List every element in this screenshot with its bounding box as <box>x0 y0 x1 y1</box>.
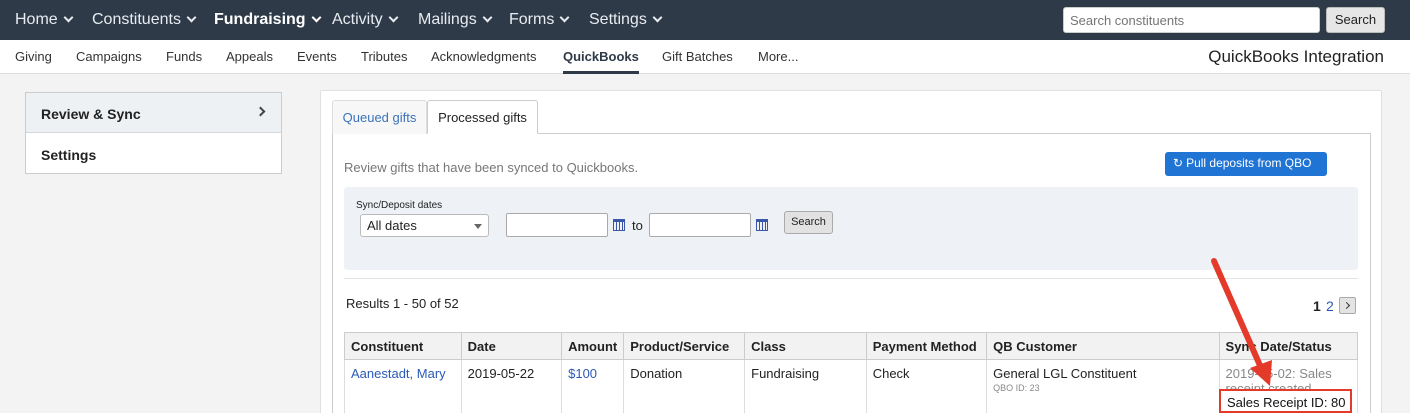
active-tab-indicator <box>563 71 639 74</box>
cell-class: Fundraising <box>744 359 867 413</box>
chevron-right-icon <box>255 106 266 117</box>
start-date-input[interactable] <box>506 213 608 237</box>
col-header[interactable]: Class <box>744 332 867 360</box>
subnav-funds[interactable]: Funds <box>166 49 202 64</box>
subnav-gift-batches[interactable]: Gift Batches <box>662 49 733 64</box>
pull-deposits-button[interactable]: ↻ Pull deposits from QBO <box>1165 152 1327 176</box>
date-range-select[interactable]: All dates <box>360 214 489 237</box>
sidebar: Review & Sync Settings <box>25 92 282 174</box>
col-header[interactable]: QB Customer <box>986 332 1220 360</box>
col-header[interactable]: Constituent <box>344 332 462 360</box>
subnav-giving[interactable]: Giving <box>15 49 52 64</box>
refresh-icon: ↻ <box>1173 156 1184 170</box>
col-header[interactable]: Date <box>460 332 563 360</box>
sidebar-item-settings[interactable]: Settings <box>26 134 281 174</box>
pager-current-page: 1 <box>1313 298 1321 314</box>
results-count: Results 1 - 50 of 52 <box>346 296 459 311</box>
cell-payment-method: Check <box>865 359 988 413</box>
col-header[interactable]: Product/Service <box>623 332 746 360</box>
chevron-down-icon <box>652 12 663 23</box>
calendar-icon[interactable] <box>613 219 625 231</box>
page-title: QuickBooks Integration <box>1208 47 1384 66</box>
end-date-input[interactable] <box>649 213 751 237</box>
subnav-tributes[interactable]: Tributes <box>361 49 407 64</box>
sidebar-item-label: Settings <box>41 147 97 163</box>
qbo-id: QBO ID: 23 <box>993 383 1040 393</box>
filter-search-button[interactable]: Search <box>784 211 833 234</box>
subnav-quickbooks[interactable]: QuickBooks <box>563 49 639 64</box>
to-label: to <box>632 218 643 233</box>
col-header[interactable]: Payment Method <box>865 332 988 360</box>
subnav-acknowledgments[interactable]: Acknowledgments <box>431 49 537 64</box>
processed-gifts-table: Constituent Date Amount Product/Service … <box>344 332 1359 413</box>
subnav-campaigns[interactable]: Campaigns <box>76 49 142 64</box>
filter-label: Sync/Deposit dates <box>356 200 443 211</box>
tab-queued-gifts[interactable]: Queued gifts <box>332 100 427 134</box>
divider <box>344 278 1358 279</box>
subnav-events[interactable]: Events <box>297 49 337 64</box>
pager-next-button[interactable] <box>1339 297 1356 314</box>
cell-constituent: Aanestadt, Mary <box>344 359 462 413</box>
filter-panel <box>344 187 1358 270</box>
chevron-down-icon <box>388 12 399 23</box>
nav-activity[interactable]: Activity <box>332 0 399 40</box>
sidebar-item-label: Review & Sync <box>41 106 141 122</box>
cell-date: 2019-05-22 <box>460 359 563 413</box>
nav-home[interactable]: Home <box>15 0 74 40</box>
constituent-link[interactable]: Aanestadt, Mary <box>351 366 446 381</box>
cell-qb-customer: General LGL Constituent QBO ID: 23 <box>986 359 1220 413</box>
caret-down-icon <box>474 224 482 229</box>
chevron-down-icon <box>311 12 322 23</box>
tab-description: Review gifts that have been synced to Qu… <box>344 160 639 175</box>
subnav-appeals[interactable]: Appeals <box>226 49 273 64</box>
nav-fundraising[interactable]: Fundraising <box>214 0 322 40</box>
nav-forms[interactable]: Forms <box>509 0 570 40</box>
sidebar-item-review-sync[interactable]: Review & Sync <box>26 93 281 133</box>
sub-navbar: Giving Campaigns Funds Appeals Events Tr… <box>0 40 1410 74</box>
table-header-row: Constituent Date Amount Product/Service … <box>344 332 1359 360</box>
nav-settings[interactable]: Settings <box>589 0 663 40</box>
sales-receipt-highlight: Sales Receipt ID: 80 <box>1219 389 1352 413</box>
calendar-icon[interactable] <box>756 219 768 231</box>
tab-processed-gifts[interactable]: Processed gifts <box>427 100 538 134</box>
nav-constituents[interactable]: Constituents <box>92 0 197 40</box>
subnav-more[interactable]: More... <box>758 49 798 64</box>
cell-product: Donation <box>623 359 746 413</box>
nav-mailings[interactable]: Mailings <box>418 0 493 40</box>
col-header[interactable]: Amount <box>561 332 625 360</box>
chevron-down-icon <box>63 12 74 23</box>
pager-page-link[interactable]: 2 <box>1326 298 1334 314</box>
chevron-down-icon <box>186 12 197 23</box>
chevron-down-icon <box>482 12 493 23</box>
cell-amount: $100 <box>561 359 625 413</box>
col-header[interactable]: Sync Date/Status <box>1218 332 1359 360</box>
chevron-down-icon <box>559 12 570 23</box>
search-button[interactable]: Search <box>1326 7 1385 33</box>
top-navbar: Home Constituents Fundraising Activity M… <box>0 0 1410 40</box>
amount-link[interactable]: $100 <box>568 366 597 381</box>
qb-customer-name: General LGL Constituent <box>993 366 1137 381</box>
table-row: Aanestadt, Mary 2019-05-22 $100 Donation… <box>344 359 1359 413</box>
search-constituents-input[interactable] <box>1063 7 1320 33</box>
